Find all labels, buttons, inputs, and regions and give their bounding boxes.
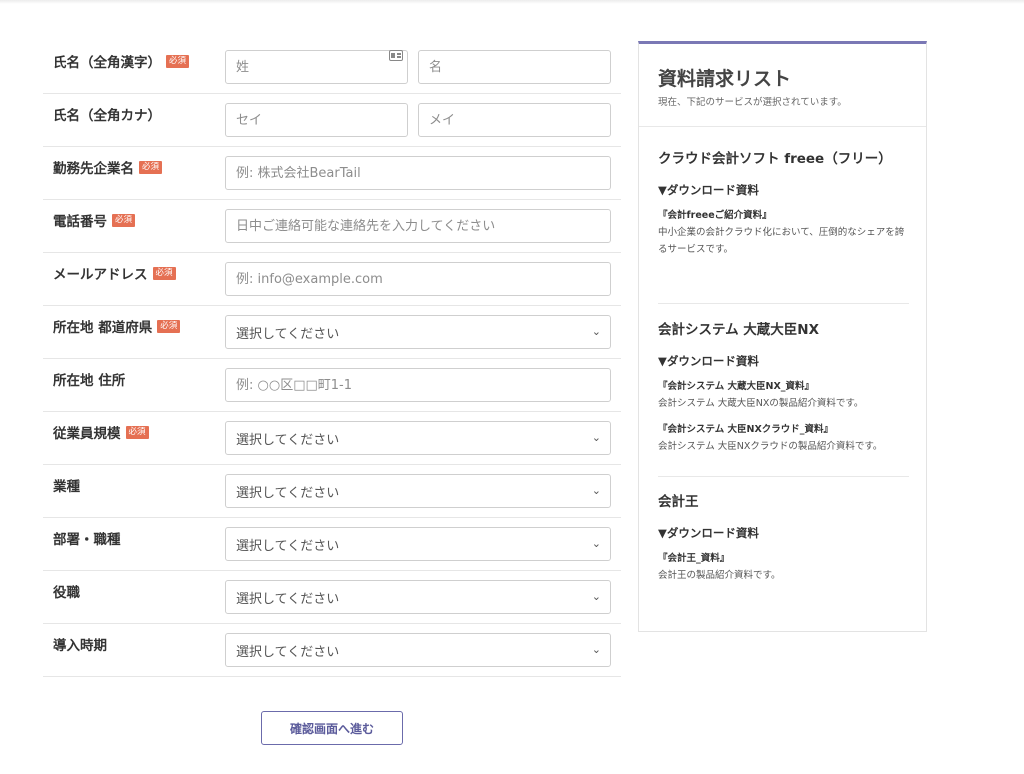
industry-select[interactable]: 選択してください ⌄ <box>225 474 611 508</box>
email-input[interactable] <box>225 262 611 296</box>
required-badge: 必須 <box>139 161 163 174</box>
document-title: 『会計システム 大臣NXクラウド_資料』 <box>658 424 834 435</box>
field-label: 導入時期 <box>53 638 107 654</box>
last-name-kana-input[interactable] <box>225 103 408 137</box>
confirm-button[interactable]: 確認画面へ進む <box>261 711 403 745</box>
chevron-down-icon: ⌄ <box>591 537 601 550</box>
required-badge: 必須 <box>112 214 136 227</box>
position-select[interactable]: 選択してください ⌄ <box>225 580 611 614</box>
document-description: 会計システム 大臣NXクラウドの製品紹介資料です。 <box>658 441 883 452</box>
divider <box>658 303 909 304</box>
service-name: 会計システム 大蔵大臣NX <box>658 322 820 338</box>
field-label: 勤務先企業名 必須 <box>53 157 163 177</box>
field-label: 氏名（全角漢字） 必須 <box>53 51 190 71</box>
form-row-industry: 業種 選択してください ⌄ <box>43 465 621 518</box>
field-label: 電話番号 必須 <box>53 210 136 230</box>
form-row-position: 役職 選択してください ⌄ <box>43 571 621 624</box>
document-description: 中小企業の会計クラウド化において、圧倒的なシェアを誇るサービスです。 <box>658 227 905 255</box>
field-label: 氏名（全角カナ） <box>53 108 161 124</box>
chevron-down-icon: ⌄ <box>591 325 601 338</box>
form-row-address: 所在地 住所 <box>43 359 621 412</box>
department-select[interactable]: 選択してください ⌄ <box>225 527 611 561</box>
request-form: 氏名（全角漢字）必須 氏名（全角カナ） 勤務先企業名必須 電話番号必須 メールア… <box>43 41 621 677</box>
service-name: 会計王 <box>658 494 699 510</box>
field-label: 所在地 住所 <box>53 373 126 389</box>
document-description: 会計王の製品紹介資料です。 <box>658 570 781 581</box>
required-badge: 必須 <box>125 426 149 439</box>
last-name-kanji-input[interactable] <box>225 50 408 84</box>
first-name-kana-input[interactable] <box>418 103 611 137</box>
service-name: クラウド会計ソフト freee（フリー） <box>658 151 892 167</box>
download-heading: ▼ダウンロード資料 <box>658 354 759 368</box>
chevron-down-icon: ⌄ <box>591 484 601 497</box>
chevron-down-icon: ⌄ <box>591 431 601 444</box>
form-row-email: メールアドレス 必須 <box>43 253 621 306</box>
field-label: 従業員規模 必須 <box>53 422 149 442</box>
prefecture-select[interactable]: 選択してください ⌄ <box>225 315 611 349</box>
form-row-name-kanji: 氏名（全角漢字） 必須 <box>43 41 621 94</box>
field-label: メールアドレス 必須 <box>53 263 176 283</box>
form-row-prefecture: 所在地 都道府県 必須 選択してください ⌄ <box>43 306 621 359</box>
address-input[interactable] <box>225 368 611 402</box>
top-shadow <box>0 0 1024 4</box>
field-label: 役職 <box>53 585 80 601</box>
document-title: 『会計システム 大蔵大臣NX_資料』 <box>658 381 815 392</box>
required-badge: 必須 <box>157 320 181 333</box>
required-badge: 必須 <box>166 55 190 68</box>
divider <box>658 476 909 477</box>
service-item: クラウド会計ソフト freee（フリー） ▼ダウンロード資料 『会計freeeご… <box>658 147 910 258</box>
form-row-name-kana: 氏名（全角カナ） <box>43 94 621 147</box>
chevron-down-icon: ⌄ <box>591 590 601 603</box>
field-label: 部署・職種 <box>53 532 121 548</box>
required-badge: 必須 <box>152 267 176 280</box>
phone-input[interactable] <box>225 209 611 243</box>
document-title: 『会計王_資料』 <box>658 553 730 564</box>
chevron-down-icon: ⌄ <box>591 643 601 656</box>
timing-select[interactable]: 選択してください ⌄ <box>225 633 611 667</box>
download-heading: ▼ダウンロード資料 <box>658 183 759 197</box>
form-row-department: 部署・職種 選択してください ⌄ <box>43 518 621 571</box>
service-item: 会計王 ▼ダウンロード資料 『会計王_資料』 会計王の製品紹介資料です。 <box>658 490 910 584</box>
download-heading: ▼ダウンロード資料 <box>658 526 759 540</box>
first-name-kanji-input[interactable] <box>418 50 611 84</box>
employee-size-select[interactable]: 選択してください ⌄ <box>225 421 611 455</box>
panel-subtitle: 現在、下記のサービスが選択されています。 <box>658 97 847 108</box>
form-row-company: 勤務先企業名 必須 <box>43 147 621 200</box>
panel-title: 資料請求リスト <box>658 68 792 90</box>
field-label: 所在地 都道府県 必須 <box>53 316 181 336</box>
form-row-employee-size: 従業員規模 必須 選択してください ⌄ <box>43 412 621 465</box>
field-label: 業種 <box>53 479 80 495</box>
request-list-panel: 資料請求リスト 現在、下記のサービスが選択されています。 クラウド会計ソフト f… <box>638 41 927 632</box>
document-description: 会計システム 大蔵大臣NXの製品紹介資料です。 <box>658 398 864 409</box>
form-row-phone: 電話番号 必須 <box>43 200 621 253</box>
service-item: 会計システム 大蔵大臣NX ▼ダウンロード資料 『会計システム 大蔵大臣NX_資… <box>658 318 910 455</box>
form-row-timing: 導入時期 選択してください ⌄ <box>43 624 621 677</box>
divider <box>639 126 926 127</box>
company-name-input[interactable] <box>225 156 611 190</box>
contact-card-icon[interactable] <box>389 50 403 61</box>
document-title: 『会計freeeご紹介資料』 <box>658 210 772 221</box>
